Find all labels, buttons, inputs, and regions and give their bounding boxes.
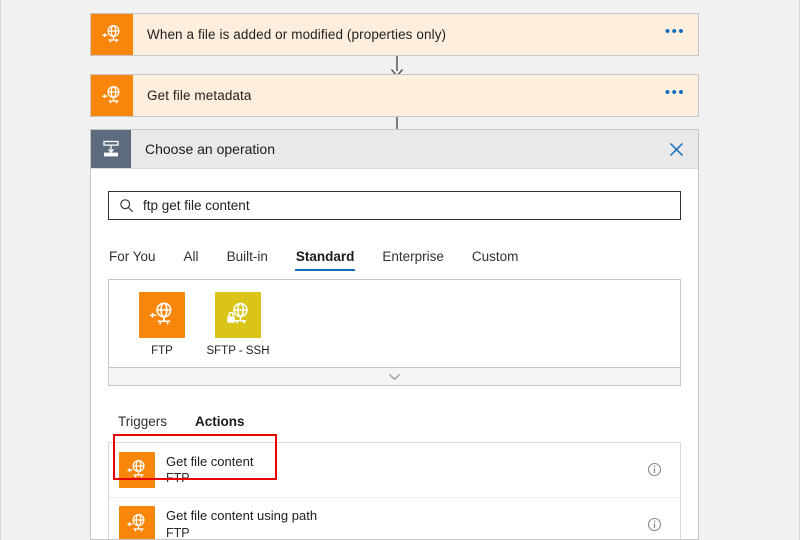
designer-canvas: When a file is added or modified (proper…: [1, 0, 800, 540]
tab-enterprise[interactable]: Enterprise: [381, 249, 445, 271]
operation-connector: FTP: [166, 470, 642, 487]
ftp-globe-icon: [139, 292, 185, 338]
tab-all[interactable]: All: [183, 249, 200, 271]
result-type-tabs: Triggers Actions: [108, 400, 681, 436]
ftp-globe-icon: [119, 452, 155, 488]
connector-sftp-ssh[interactable]: SFTP - SSH: [200, 292, 276, 357]
card-overflow-menu-button[interactable]: •••: [652, 75, 698, 116]
connector-label: SFTP - SSH: [206, 345, 269, 357]
operation-connector: FTP: [166, 525, 642, 539]
search-input[interactable]: [143, 198, 680, 213]
ftp-globe-icon: [119, 506, 155, 539]
category-tabs: For You All Built-in Standard Enterprise…: [108, 237, 681, 271]
flow-card-title: When a file is added or modified (proper…: [133, 14, 652, 55]
sftp-lock-globe-icon: [215, 292, 261, 338]
connector-label: FTP: [151, 345, 173, 357]
ftp-globe-icon: [91, 14, 133, 55]
operation-name: Get file content using path: [166, 507, 642, 525]
operation-results-list: Get file content FTP: [108, 442, 681, 539]
connector-gallery: FTP: [108, 279, 681, 367]
operation-name: Get file content: [166, 453, 642, 471]
search-box[interactable]: [108, 191, 681, 220]
ftp-globe-icon: [91, 75, 133, 116]
info-icon[interactable]: [642, 462, 666, 477]
card-overflow-menu-button[interactable]: •••: [652, 14, 698, 55]
list-item[interactable]: Get file content using path FTP: [109, 497, 680, 539]
tab-standard[interactable]: Standard: [295, 249, 356, 271]
search-icon: [109, 198, 143, 213]
tab-for-you[interactable]: For You: [108, 249, 157, 271]
dialog-header: Choose an operation: [91, 130, 698, 169]
tab-actions[interactable]: Actions: [194, 414, 246, 436]
info-icon[interactable]: [642, 517, 666, 532]
chevron-down-icon: [388, 369, 401, 384]
insert-operation-icon: [91, 130, 131, 168]
tab-triggers[interactable]: Triggers: [117, 414, 168, 436]
list-item-text: Get file content FTP: [155, 453, 642, 487]
flow-card-title: Get file metadata: [133, 75, 652, 116]
list-item-text: Get file content using path FTP: [155, 507, 642, 539]
tab-built-in[interactable]: Built-in: [226, 249, 269, 271]
gallery-expander[interactable]: [108, 367, 681, 386]
tab-custom[interactable]: Custom: [471, 249, 520, 271]
dialog-body: For You All Built-in Standard Enterprise…: [91, 169, 698, 539]
connector-ftp[interactable]: FTP: [124, 292, 200, 357]
flow-card-action[interactable]: Get file metadata •••: [90, 74, 699, 117]
flow-card-trigger[interactable]: When a file is added or modified (proper…: [90, 13, 699, 56]
close-icon[interactable]: [654, 130, 698, 168]
choose-operation-dialog: Choose an operation: [90, 129, 699, 540]
list-item[interactable]: Get file content FTP: [109, 443, 680, 497]
dialog-title: Choose an operation: [131, 130, 654, 168]
